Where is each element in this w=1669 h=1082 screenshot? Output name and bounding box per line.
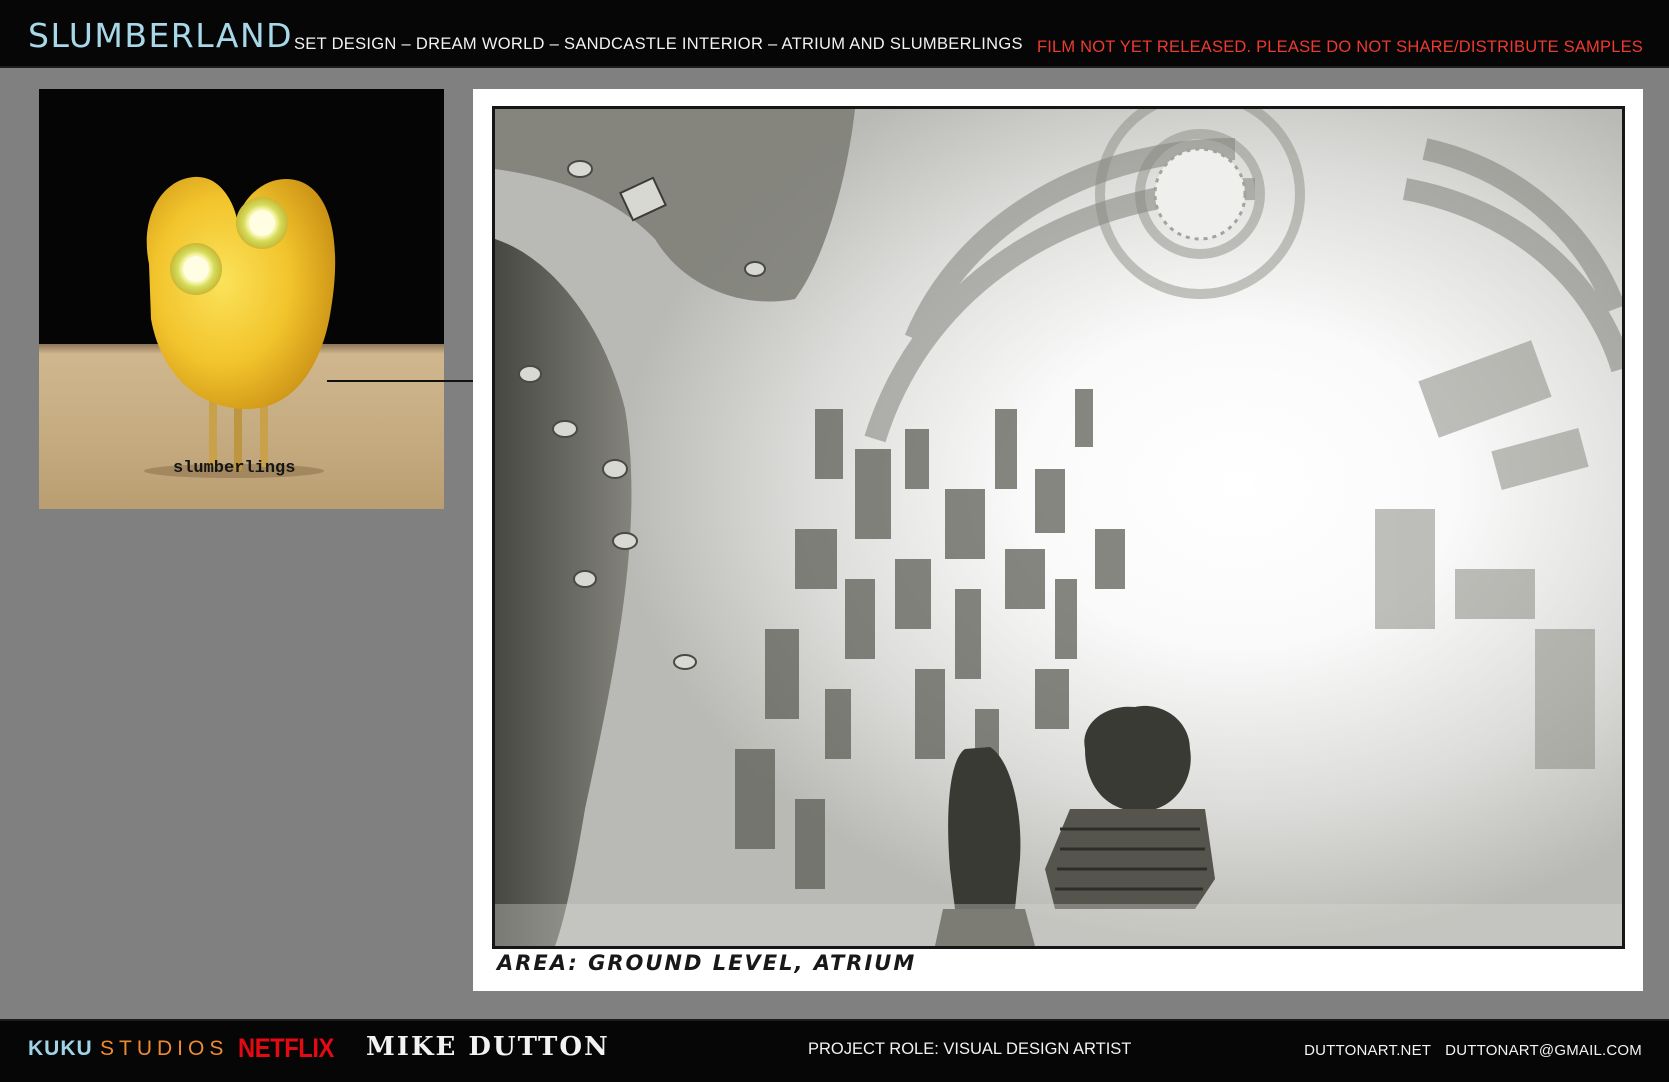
sketch-panel: AREA: GROUND LEVEL, ATRIUM	[473, 89, 1643, 991]
footer-bar: KUKU STUDIOS NETFLIX MIKE DUTTON PROJECT…	[0, 1019, 1669, 1082]
project-role: PROJECT ROLE: VISUAL DESIGN ARTIST	[808, 1040, 1132, 1058]
email-link[interactable]: DUTTONART@GMAIL.COM	[1445, 1042, 1642, 1059]
contact-info: DUTTONART.NET DUTTONART@GMAIL.COM	[1304, 1042, 1642, 1059]
studios-wordmark: STUDIOS	[100, 1037, 229, 1060]
kuku-logo: KUKU	[28, 1037, 93, 1060]
slumberling-creature-illustration	[144, 176, 336, 478]
distribution-notice: FILM NOT YET RELEASED. PLEASE DO NOT SHA…	[1036, 38, 1643, 56]
app-title: SLUMBERLAND	[28, 16, 294, 55]
netflix-logo: NETFLIX	[238, 1033, 334, 1063]
atrium-sketch-drawing	[495, 109, 1622, 946]
slumberlings-label: slumberlings	[173, 459, 296, 478]
atrium-sketch	[492, 106, 1625, 949]
website-link[interactable]: DUTTONART.NET	[1304, 1042, 1431, 1059]
page-subtitle: SET DESIGN – DREAM WORLD – SANDCASTLE IN…	[294, 35, 1023, 53]
area-caption: AREA: GROUND LEVEL, ATRIUM	[497, 951, 917, 975]
artist-name: MIKE DUTTON	[366, 1032, 610, 1062]
header-bar: SLUMBERLAND SET DESIGN – DREAM WORLD – S…	[0, 0, 1669, 68]
slumberling-reference-image: slumberlings	[39, 89, 444, 509]
